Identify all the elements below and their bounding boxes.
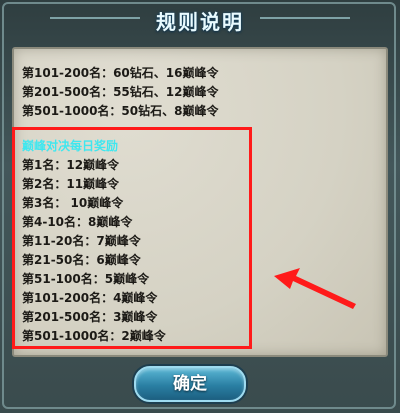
confirm-button[interactable]: 确定 — [134, 366, 246, 402]
red-arrow-icon — [274, 268, 356, 309]
